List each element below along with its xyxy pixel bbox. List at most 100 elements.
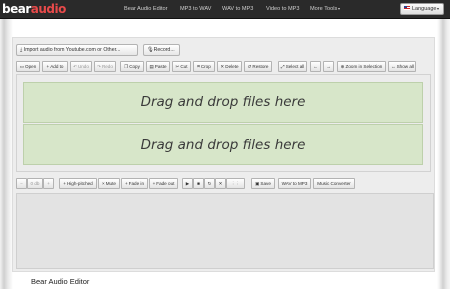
- copy-icon: ❐: [124, 64, 129, 69]
- open-label: Open: [25, 64, 37, 69]
- cut-button[interactable]: ✂Cut: [172, 61, 191, 72]
- microphone-icon: 🎙: [147, 47, 154, 53]
- fade-in-button[interactable]: +Fade in: [121, 178, 148, 189]
- wav-to-mp3-label: WAV to MP3: [281, 181, 308, 186]
- open-button[interactable]: ▭Open: [16, 61, 40, 72]
- play-button[interactable]: ▶: [182, 178, 193, 189]
- drop-zone-primary[interactable]: Drag and drop files here: [23, 82, 423, 123]
- arrow-left-button[interactable]: ←: [310, 61, 321, 72]
- zoom-selection-label: Zoom in Selection: [345, 64, 383, 69]
- close-track-button[interactable]: ✕: [215, 178, 226, 189]
- volume-off-icon: ×: [102, 181, 105, 186]
- crop-button[interactable]: ⌗Crop: [193, 61, 215, 72]
- restore-icon: ↺: [247, 64, 252, 69]
- copy-label: Copy: [129, 64, 140, 69]
- crop-icon: ⌗: [197, 64, 200, 69]
- loop-button[interactable]: ↻: [204, 178, 215, 189]
- ellipsis-icon: ⋮⋮: [230, 181, 241, 186]
- arrow-left-icon: ←: [313, 64, 318, 69]
- import-youtube-button[interactable]: ⤓ Import audio from Youtube.com or Other…: [16, 44, 138, 56]
- paste-label: Paste: [154, 64, 167, 69]
- high-pitched-label: High-pitched: [66, 181, 93, 186]
- arrow-right-icon: →: [326, 64, 331, 69]
- delete-label: Delete: [225, 64, 239, 69]
- music-converter-label: Music Converter: [317, 181, 351, 186]
- language-label: Language: [412, 6, 437, 12]
- record-button[interactable]: 🎙Record...: [143, 44, 180, 56]
- save-icon: ▣: [255, 181, 260, 186]
- delete-button[interactable]: ✕Delete: [217, 61, 242, 72]
- plus-icon: +: [63, 181, 66, 186]
- add-to-button[interactable]: +Add to: [42, 61, 68, 72]
- redo-icon: ↷: [97, 64, 101, 69]
- mute-label: Mute: [105, 181, 116, 186]
- paste-button[interactable]: ▤Paste: [146, 61, 170, 72]
- volume-value-display: 0 db: [27, 178, 43, 189]
- download-icon: ⤓: [20, 47, 23, 53]
- undo-icon: ↶: [73, 64, 77, 69]
- drop-zone-secondary[interactable]: Drag and drop files here: [23, 124, 423, 165]
- page-title: Bear Audio Editor: [31, 277, 90, 286]
- volume-decrease-button[interactable]: −: [16, 178, 27, 189]
- folder-icon: ▭: [19, 64, 25, 69]
- fade-out-icon: +: [152, 181, 156, 186]
- logo-text-bear: bear: [2, 2, 31, 16]
- stop-button[interactable]: ■: [193, 178, 204, 189]
- chevron-down-icon: [437, 7, 440, 10]
- mute-button[interactable]: ×Mute: [98, 178, 120, 189]
- scissors-icon: ✂: [175, 64, 180, 69]
- zoom-in-selection-button[interactable]: ⊕Zoom in Selection: [337, 61, 386, 72]
- plus-icon: +: [46, 64, 50, 69]
- copy-button[interactable]: ❐Copy: [120, 61, 144, 72]
- add-to-label: Add to: [50, 64, 64, 69]
- arrows-horizontal-icon: ↔: [391, 64, 396, 69]
- import-youtube-label: Import audio from Youtube.com or Other..…: [23, 47, 121, 53]
- nav-mp3-to-wav[interactable]: MP3 to WAV: [180, 0, 211, 19]
- select-all-button[interactable]: ⤢Select all: [278, 61, 307, 72]
- music-converter-button[interactable]: Music Converter: [313, 178, 355, 189]
- expand-icon: ⤢: [281, 64, 285, 69]
- redo-label: Redo: [101, 64, 113, 69]
- save-button[interactable]: ▣Save: [251, 178, 275, 189]
- stop-icon: ■: [197, 181, 200, 186]
- zoom-in-icon: ⊕: [340, 64, 345, 69]
- nav-video-to-mp3[interactable]: Video to MP3: [266, 0, 299, 19]
- play-icon: ▶: [185, 181, 190, 186]
- nav-more-tools-label: More Tools: [310, 6, 338, 12]
- fade-out-button[interactable]: +Fade out: [149, 178, 178, 189]
- more-options-button[interactable]: ⋮⋮: [226, 178, 245, 189]
- us-flag-icon: [404, 5, 410, 10]
- language-dropdown[interactable]: Language: [400, 3, 444, 15]
- paste-icon: ▤: [149, 64, 154, 69]
- loop-icon: ↻: [207, 181, 212, 186]
- close-icon: ✕: [218, 181, 223, 186]
- high-pitched-button[interactable]: +High-pitched: [59, 178, 97, 189]
- fade-in-icon: +: [124, 181, 128, 186]
- cut-label: Cut: [180, 64, 188, 69]
- restore-button[interactable]: ↺Restore: [244, 61, 272, 72]
- bearaudio-logo[interactable]: bearaudio: [2, 2, 66, 17]
- waveform-area[interactable]: [16, 193, 434, 269]
- nav-more-tools[interactable]: More Tools: [310, 0, 341, 19]
- chevron-down-icon: [338, 7, 341, 10]
- fade-in-label: Fade in: [128, 181, 144, 186]
- crop-label: Crop: [200, 64, 211, 69]
- logo-text-audio: audio: [30, 2, 67, 16]
- select-all-label: Select all: [285, 64, 305, 69]
- top-navbar: bearaudio Bear Audio Editor MP3 to WAV W…: [0, 0, 450, 19]
- nav-bear-audio-editor[interactable]: Bear Audio Editor: [124, 0, 168, 19]
- undo-button[interactable]: ↶Undo: [70, 61, 92, 72]
- volume-increase-button[interactable]: +: [43, 178, 54, 189]
- show-all-button[interactable]: ↔Show all: [388, 61, 416, 72]
- nav-wav-to-mp3[interactable]: WAV to MP3: [222, 0, 253, 19]
- show-all-label: Show all: [396, 64, 414, 69]
- redo-button[interactable]: ↷Redo: [94, 61, 116, 72]
- restore-label: Restore: [252, 64, 269, 69]
- arrow-right-button[interactable]: →: [323, 61, 334, 72]
- save-label: Save: [260, 181, 271, 186]
- fade-out-label: Fade out: [156, 181, 175, 186]
- wav-to-mp3-button[interactable]: WAV to MP3: [278, 178, 311, 189]
- record-label: Record...: [153, 47, 175, 53]
- minus-icon: −: [20, 181, 23, 186]
- close-icon: ✕: [220, 64, 225, 69]
